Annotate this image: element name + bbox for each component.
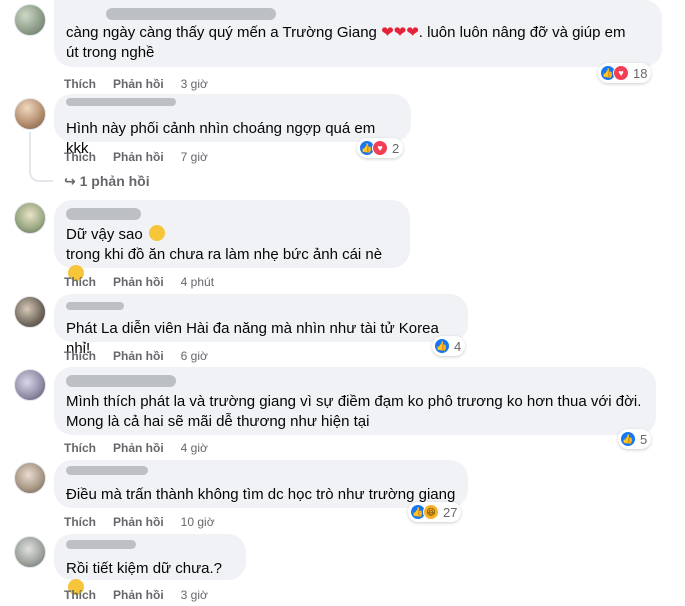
avatar[interactable]	[14, 462, 46, 494]
reaction-summary[interactable]: 👍 ♥ 2	[357, 138, 404, 158]
love-icon: ♥	[372, 140, 388, 156]
reply-arrow-icon: ↪	[64, 173, 76, 189]
love-icon: ♥	[613, 65, 629, 81]
redacted-author-name	[66, 375, 176, 387]
redacted-author-name	[66, 466, 148, 475]
like-button[interactable]: Thích	[64, 514, 96, 530]
reaction-summary[interactable]: 👍 4	[432, 336, 466, 356]
redacted-author-name	[66, 540, 136, 549]
comment-text: càng ngày càng thấy quý mến a Trường Gia…	[66, 24, 626, 61]
comment-actions: Thích Phản hồi 10 giờ	[64, 514, 215, 530]
comment-actions: Thích Phản hồi 3 giờ	[64, 587, 208, 603]
reaction-summary[interactable]: 👍 😆 27	[408, 502, 462, 522]
comment-time[interactable]: 7 giờ	[181, 149, 208, 165]
heart-emoji-icon: ❤❤❤	[381, 24, 419, 41]
reply-button[interactable]: Phản hồi	[113, 514, 164, 530]
comment-time[interactable]: 3 giờ	[181, 76, 208, 92]
comment-time[interactable]: 6 giờ	[181, 348, 208, 364]
avatar[interactable]	[14, 369, 46, 401]
laughing-emoji-icon	[148, 225, 165, 241]
avatar[interactable]	[14, 202, 46, 234]
comment-text: Mình thích phát la và trường giang vì sự…	[66, 393, 642, 430]
comment-bubble: Rồi tiết kiệm dữ chưa.?	[54, 534, 246, 595]
reply-button[interactable]: Phản hồi	[113, 440, 164, 456]
avatar[interactable]	[14, 536, 46, 568]
comment-time[interactable]: 10 giờ	[181, 514, 215, 530]
reaction-summary[interactable]: 👍 5	[618, 429, 652, 449]
reaction-summary[interactable]: 👍 ♥ 18	[598, 63, 652, 83]
comment-text: Điều mà trấn thành không tìm dc học trò …	[66, 486, 456, 503]
comment-bubble: Hình này phối cảnh nhìn choáng ngợp quá …	[54, 94, 411, 157]
reply-button[interactable]: Phản hồi	[113, 149, 164, 165]
reaction-count: 18	[633, 65, 648, 81]
comment-actions: Thích Phản hồi 4 phút	[64, 274, 214, 290]
comment-bubble: Mình thích phát la và trường giang vì sự…	[54, 367, 656, 435]
like-icon: 👍	[620, 431, 636, 447]
haha-icon: 😆	[423, 504, 439, 520]
like-button[interactable]: Thích	[64, 348, 96, 364]
comment-actions: Thích Phản hồi 7 giờ	[64, 149, 208, 165]
redacted-author-name	[66, 208, 141, 220]
like-button[interactable]: Thích	[64, 274, 96, 290]
comment-time[interactable]: 4 giờ	[181, 440, 208, 456]
comment-time[interactable]: 3 giờ	[181, 587, 208, 603]
redacted-author-name	[66, 302, 124, 310]
reply-button[interactable]: Phản hồi	[113, 76, 164, 92]
comment-actions: Thích Phản hồi 4 giờ	[64, 440, 208, 456]
comment-bubble: càng ngày càng thấy quý mến a Trường Gia…	[54, 0, 662, 67]
comment-actions: Thích Phản hồi 3 giờ	[64, 76, 208, 92]
comment-bubble: Điều mà trấn thành không tìm dc học trò …	[54, 460, 468, 508]
reaction-count: 5	[640, 431, 648, 447]
like-icon: 👍	[434, 338, 450, 354]
comment-bubble: Dữ vậy sao trong khi đồ ăn chưa ra làm n…	[54, 200, 410, 281]
comment-bubble: Phát La diễn viên Hài đa năng mà nhìn nh…	[54, 294, 468, 357]
comment-time[interactable]: 4 phút	[181, 274, 214, 290]
redacted-author-name	[66, 98, 176, 106]
thread-connector	[29, 132, 53, 182]
reaction-count: 2	[392, 140, 400, 156]
reply-button[interactable]: Phản hồi	[113, 274, 164, 290]
like-button[interactable]: Thích	[64, 440, 96, 456]
reply-button[interactable]: Phản hồi	[113, 587, 164, 603]
avatar[interactable]	[14, 296, 46, 328]
like-button[interactable]: Thích	[64, 149, 96, 165]
reaction-count: 4	[454, 338, 462, 354]
like-button[interactable]: Thích	[64, 587, 96, 603]
like-button[interactable]: Thích	[64, 76, 96, 92]
reply-button[interactable]: Phản hồi	[113, 348, 164, 364]
comment-actions: Thích Phản hồi 6 giờ	[64, 348, 208, 364]
avatar[interactable]	[14, 4, 46, 36]
view-replies-link[interactable]: ↪ 1 phản hồi	[64, 173, 150, 190]
redacted-author-name	[106, 8, 276, 20]
reaction-count: 27	[443, 504, 458, 520]
avatar[interactable]	[14, 98, 46, 130]
